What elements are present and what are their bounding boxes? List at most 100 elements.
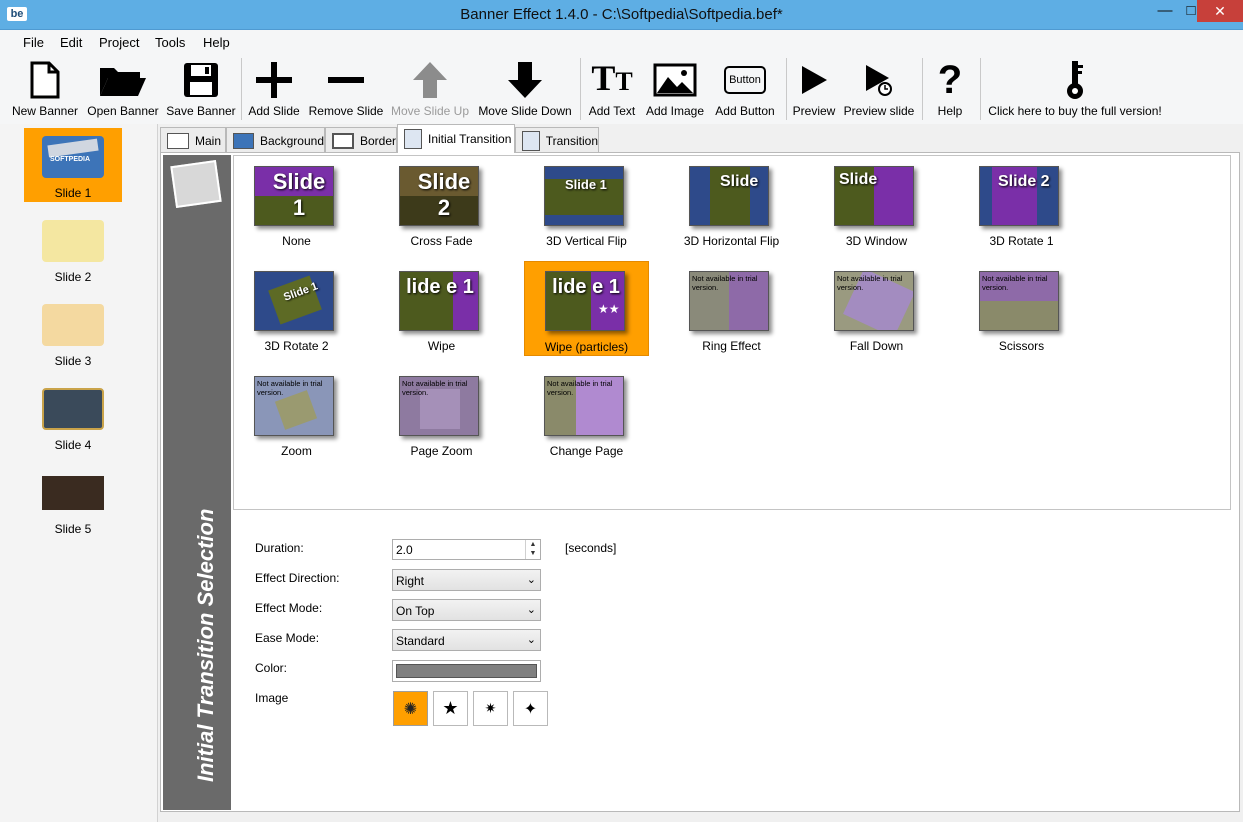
- play-icon: [790, 56, 838, 104]
- transition-wipe[interactable]: lide e 1 Wipe: [379, 266, 504, 361]
- preview-text: Slide 2: [417, 169, 471, 220]
- save-banner-label: Save Banner: [166, 104, 236, 118]
- spin-up-icon[interactable]: ▲: [526, 540, 540, 549]
- preview-text: Slide 1: [272, 169, 326, 220]
- slide-label: Slide 3: [54, 354, 92, 368]
- image-icon: [644, 56, 706, 104]
- slide-item-3[interactable]: Slide 3: [24, 296, 122, 370]
- image-option-sparkle[interactable]: ✦: [513, 691, 548, 726]
- move-slide-up-button[interactable]: Move Slide Up: [390, 56, 470, 124]
- sparkle-icon: ✦: [523, 700, 538, 718]
- chevron-down-icon: ⌄: [526, 574, 536, 586]
- transition-preview: Not available in trial version.: [254, 376, 334, 436]
- add-button-label: Add Button: [715, 104, 775, 118]
- border-tab-icon: [332, 132, 354, 149]
- slide-item-2[interactable]: Slide 2: [24, 212, 122, 286]
- menu-project[interactable]: Project: [99, 35, 139, 50]
- slide-item-1[interactable]: SOFTPEDIA Slide 1: [24, 128, 122, 202]
- image-option-splat[interactable]: ✺: [393, 691, 428, 726]
- effect-direction-label: Effect Direction:: [255, 571, 340, 585]
- transition-3d-rotate-2[interactable]: Slide 1 3D Rotate 2: [234, 266, 359, 361]
- transition-wipe-particles[interactable]: lide e 1 ★★ Wipe (particles): [524, 261, 649, 356]
- remove-slide-button[interactable]: Remove Slide: [308, 56, 384, 124]
- add-text-button[interactable]: TT Add Text: [586, 56, 638, 124]
- arrow-down-icon: [478, 56, 572, 104]
- transition-3d-horizontal-flip[interactable]: Slide 3D Horizontal Flip: [669, 161, 794, 256]
- slide-thumbnail: SOFTPEDIA: [42, 136, 104, 178]
- transition-label: Wipe: [427, 339, 456, 353]
- transition-cross-fade[interactable]: Slide 2 Cross Fade: [379, 161, 504, 256]
- add-slide-button[interactable]: Add Slide: [246, 56, 302, 124]
- main-tab-icon: [167, 132, 189, 149]
- burst-icon: ✷: [484, 700, 497, 716]
- preview-text: Slide: [839, 171, 878, 188]
- move-slide-down-button[interactable]: Move Slide Down: [478, 56, 572, 124]
- help-button[interactable]: ? Help: [928, 56, 972, 124]
- transition-fall-down[interactable]: Not available in trial version. Fall Dow…: [814, 266, 939, 361]
- trial-notice: Not available in trial version.: [692, 274, 758, 292]
- transition-none[interactable]: Slide 1 None: [234, 161, 359, 256]
- slide-thumbnail-text: SOFTPEDIA: [50, 156, 91, 163]
- slides-panel: SOFTPEDIA Slide 1 Slide 2 Slide 3 Slide …: [0, 124, 158, 822]
- tab-main[interactable]: Main: [160, 127, 226, 153]
- remove-slide-label: Remove Slide: [308, 104, 384, 118]
- tab-transition[interactable]: Transition: [515, 127, 599, 153]
- save-disk-icon: [166, 56, 236, 104]
- transition-change-page[interactable]: Not available in trial version. Change P…: [524, 371, 649, 466]
- slide-label: Slide 2: [54, 270, 92, 284]
- buy-full-version-button[interactable]: Click here to buy the full version!: [986, 56, 1164, 124]
- transition-3d-vertical-flip[interactable]: Slide 1 3D Vertical Flip: [524, 161, 649, 256]
- preview-slide-button[interactable]: Preview slide: [843, 56, 915, 124]
- ease-mode-select[interactable]: Standard ⌄: [392, 629, 541, 651]
- chevron-down-icon: ⌄: [526, 604, 536, 616]
- open-banner-button[interactable]: Open Banner: [86, 56, 160, 124]
- trial-notice: Not available in trial version.: [547, 379, 613, 397]
- new-banner-button[interactable]: New Banner: [10, 56, 80, 124]
- window-title: Banner Effect 1.4.0 - C:\Softpedia\Softp…: [460, 6, 783, 23]
- trial-notice: Not available in trial version.: [982, 274, 1048, 292]
- play-slide-icon: [843, 56, 915, 104]
- transition-page-zoom[interactable]: Not available in trial version. Page Zoo…: [379, 371, 504, 466]
- menu-file[interactable]: File: [23, 35, 44, 50]
- transition-scissors[interactable]: Not available in trial version. Scissors: [959, 266, 1084, 361]
- spin-down-icon[interactable]: ▼: [526, 549, 540, 558]
- transition-preview: lide e 1 ★★: [545, 271, 625, 331]
- duration-field[interactable]: 2.0 ▲ ▼: [392, 539, 541, 560]
- transition-ring-effect[interactable]: Not available in trial version. Ring Eff…: [669, 266, 794, 361]
- transition-preview: Slide 2: [979, 166, 1059, 226]
- toolbar-separator: [241, 58, 242, 120]
- transition-label: Page Zoom: [410, 444, 473, 458]
- preview-button[interactable]: Preview: [790, 56, 838, 124]
- tab-initial-transition[interactable]: Initial Transition: [397, 124, 515, 153]
- menu-help[interactable]: Help: [203, 35, 230, 50]
- transition-zoom[interactable]: Not available in trial version. Zoom: [234, 371, 359, 466]
- tab-background[interactable]: Background: [226, 127, 325, 153]
- effect-mode-select[interactable]: On Top ⌄: [392, 599, 541, 621]
- transition-label: 3D Rotate 2: [264, 339, 329, 353]
- preview-label: Preview: [792, 104, 836, 118]
- add-button-button[interactable]: Button Add Button: [712, 56, 778, 124]
- duration-spinner[interactable]: ▲ ▼: [525, 540, 540, 559]
- image-option-burst[interactable]: ✷: [473, 691, 508, 726]
- slide-item-5[interactable]: Slide 5: [24, 464, 122, 538]
- transition-3d-rotate-1[interactable]: Slide 2 3D Rotate 1: [959, 161, 1084, 256]
- toolbar-separator: [786, 58, 787, 120]
- transition-label: 3D Horizontal Flip: [683, 234, 780, 248]
- effect-direction-select[interactable]: Right ⌄: [392, 569, 541, 591]
- close-button[interactable]: ✕: [1197, 0, 1243, 22]
- effect-mode-label: Effect Mode:: [255, 601, 323, 615]
- save-banner-button[interactable]: Save Banner: [166, 56, 236, 124]
- image-option-star[interactable]: ★: [433, 691, 468, 726]
- transition-3d-window[interactable]: Slide 3D Window: [814, 161, 939, 256]
- color-picker[interactable]: [392, 660, 541, 682]
- transition-preview: lide e 1: [399, 271, 479, 331]
- preview-text: Slide 2: [998, 173, 1050, 190]
- add-image-button[interactable]: Add Image: [644, 56, 706, 124]
- transition-label: 3D Rotate 1: [989, 234, 1054, 248]
- menu-tools[interactable]: Tools: [155, 35, 185, 50]
- slide-item-4[interactable]: Slide 4: [24, 380, 122, 454]
- menu-edit[interactable]: Edit: [60, 35, 82, 50]
- trial-notice: Not available in trial version.: [257, 379, 323, 397]
- tab-border[interactable]: Border: [325, 127, 397, 153]
- transition-tab-icon: [522, 130, 540, 151]
